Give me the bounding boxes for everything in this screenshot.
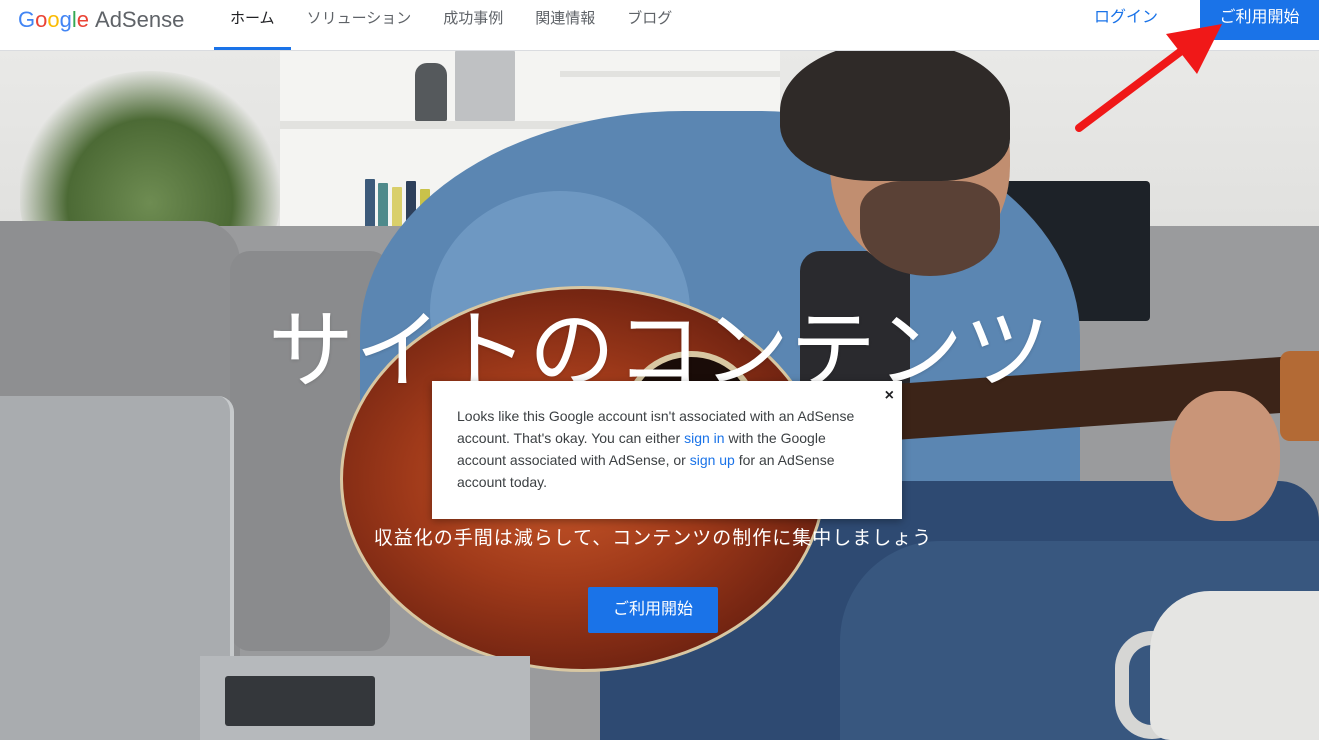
google-adsense-logo[interactable]: Google AdSense [18, 7, 184, 33]
top-navigation-bar: Google AdSense ホーム ソリューション 成功事例 関連情報 ブログ … [0, 0, 1319, 51]
logo-letter: o [35, 7, 48, 32]
account-not-associated-dialog: × Looks like this Google account isn't a… [432, 381, 902, 519]
logo-product-name: AdSense [95, 7, 185, 32]
logo-letter: e [76, 7, 90, 32]
laptop-keyboard [225, 676, 375, 726]
nav-item-success-stories[interactable]: 成功事例 [427, 0, 519, 50]
sign-in-link[interactable]: sign in [684, 430, 724, 446]
nav-item-blog[interactable]: ブログ [611, 0, 688, 50]
vase-decoration [415, 63, 447, 121]
mug [1150, 591, 1319, 740]
laptop-screen [0, 396, 234, 740]
person-hand [1170, 391, 1280, 521]
main-nav: ホーム ソリューション 成功事例 関連情報 ブログ [214, 0, 688, 50]
person-beard [860, 181, 1000, 276]
logo-letter: G [18, 7, 36, 32]
logo-letter: g [59, 7, 72, 32]
login-link[interactable]: ログイン [1094, 0, 1158, 38]
close-icon[interactable]: × [885, 387, 894, 405]
dialog-message: Looks like this Google account isn't ass… [457, 405, 856, 493]
logo-letter: o [47, 7, 60, 32]
shelf-box [455, 51, 515, 121]
hero-subtitle: 収益化の手間は減らして、コンテンツの制作に集中しましょう [373, 528, 933, 549]
get-started-hero-button[interactable]: ご利用開始 [588, 587, 718, 633]
sign-up-link[interactable]: sign up [690, 452, 735, 468]
shelf-board [560, 71, 780, 77]
person-hair [780, 51, 1010, 181]
get-started-header-button[interactable]: ご利用開始 [1200, 0, 1319, 40]
nav-item-solutions[interactable]: ソリューション [291, 0, 428, 50]
nav-item-resources[interactable]: 関連情報 [519, 0, 611, 50]
nav-item-home[interactable]: ホーム [214, 0, 291, 50]
